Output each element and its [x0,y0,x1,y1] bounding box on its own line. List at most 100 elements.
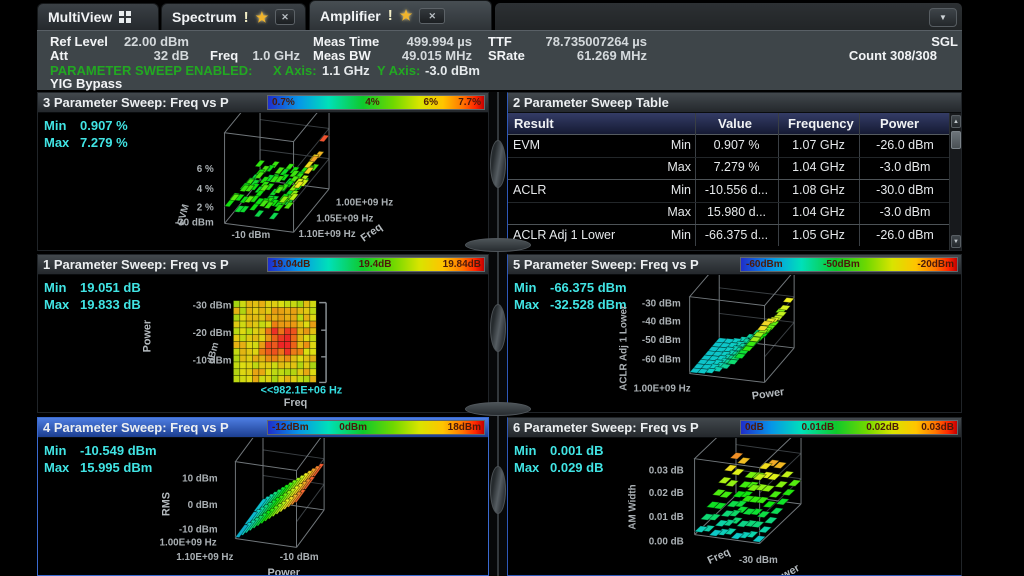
column-splitter[interactable] [489,92,507,576]
table-row[interactable]: EVM Min 0.907 % 1.07 GHz -26.0 dBm [508,135,949,157]
table-row[interactable]: Max 15.980 d... 1.04 GHz -3.0 dBm [508,202,949,224]
tab-spectrum-close-button[interactable]: ✕ [275,9,295,25]
att-value[interactable]: 32 dB [117,48,189,63]
window-1-plot-area[interactable]: Min19.051 dB Max19.833 dB Power -30 dBm … [38,275,488,412]
tab-amplifier[interactable]: Amplifier ! ★ ✕ [309,0,492,30]
rms-3d-plot: RMS 10 dBm 0 dBm -10 dBm 1.00E+09 Hz 1.1… [38,438,488,575]
cell-power: -3.0 dBm [859,205,951,219]
table-row[interactable]: ACLR Min -10.556 d... 1.08 GHz -30.0 dBm [508,180,949,202]
instrument-screen: MultiView Spectrum ! ★ ✕ Amplifier ! ★ ✕… [0,0,1024,576]
tab-overflow-button[interactable]: ▼ [929,8,957,27]
window-4-titlebar[interactable]: 4 Parameter Sweep: Freq vs P -12dBm 0dBm… [38,418,488,438]
scale-tick: 0.01dB [801,422,834,433]
w1-ytick-1: -20 dBm [193,328,232,339]
ttf-value[interactable]: 78.735007264 µs [525,34,647,49]
w5-ztick-3: -60 dBm [642,355,681,366]
smartgrid: 3 Parameter Sweep: Freq vs P 0.7% 4% 6% … [37,92,962,576]
w5-ztick-2: -50 dBm [642,335,681,346]
scale-tick: 4% [365,97,379,108]
scale-tick: 6% [424,97,438,108]
star-icon: ★ [400,7,413,24]
window-6-color-scale: 0dB 0.01dB 0.02dB 0.03dB [740,420,958,435]
w4-freqtick-1: 1.10E+09 Hz [176,552,233,563]
window-6-titlebar[interactable]: 6 Parameter Sweep: Freq vs P 0dB 0.01dB … [508,418,961,438]
cell-value: 0.907 % [695,138,778,152]
tab-bar: MultiView Spectrum ! ★ ✕ Amplifier ! ★ ✕… [37,0,962,30]
w3-ztick-2: 2 % [197,203,214,214]
table-scrollbar[interactable]: ▲ ▼ [949,113,961,250]
window-3-param-sweep: 3 Parameter Sweep: Freq vs P 0.7% 4% 6% … [37,92,489,251]
splitter-handle-vertical[interactable] [490,140,506,188]
w3-freqtick-1: 1.05E+09 Hz [316,213,373,224]
window-2-titlebar[interactable]: 2 Parameter Sweep Table [508,93,961,113]
splitter-handle-vertical[interactable] [490,466,506,514]
ttf-label: TTF [488,34,512,49]
tab-spectrum[interactable]: Spectrum ! ★ ✕ [161,3,306,30]
window-5-plot-area[interactable]: Min-66.375 dBm Max-32.528 dBm ACLR Adj 1… [508,275,961,412]
tab-spectrum-label: Spectrum [172,9,237,25]
table-row[interactable]: ACLR Adj 1 Lower Min -66.375 d... 1.05 G… [508,225,949,247]
w1-ytick-0: -30 dBm [193,301,232,312]
w6-ztick-2: 0.01 dB [649,512,684,523]
cell-frequency: 1.05 GHz [778,228,859,242]
w3-corner-tick: -30 dBm [175,217,214,228]
w3-freqtick-0: 1.00E+09 Hz [336,198,393,209]
cell-power: -30.0 dBm [859,183,951,197]
scale-tick: -20dBm [917,259,954,270]
scroll-up-button[interactable]: ▲ [951,115,961,128]
ref-level-value[interactable]: 22.00 dBm [117,34,189,49]
ref-level-label: Ref Level [50,34,108,49]
cell-power: -26.0 dBm [859,138,951,152]
tab-amplifier-close-button[interactable]: ✕ [419,8,445,24]
window-4-plot-area[interactable]: Min-10.549 dBm Max15.995 dBm RMS 10 dBm … [38,438,488,575]
window-3-title: 3 Parameter Sweep: Freq vs P [43,95,235,110]
scale-tick: 19.04dB [272,259,310,270]
window-5-color-scale: -60dBm -50dBm -20dBm [740,257,958,272]
multiview-grid-icon [119,11,131,23]
scale-tick: 0dBm [339,422,367,433]
window-6-plot-area[interactable]: Min0.001 dB Max0.029 dB AM Width 0.03 dB… [508,438,961,575]
w3-ztick-0: 6 % [197,164,214,175]
yig-bypass-label: YIG Bypass [50,76,122,91]
cell-frequency: 1.07 GHz [778,138,859,152]
w1-xaxis-label: Freq [284,397,307,409]
aclr-3d-plot: ACLR Adj 1 Lower -30 dBm -40 dBm -50 dBm… [508,275,961,412]
col-frequency[interactable]: Frequency [788,116,854,131]
measurement-header: Ref Level 22.00 dBm Meas Time 499.994 µs… [37,30,962,90]
col-power[interactable]: Power [880,116,919,131]
window-3-plot-area[interactable]: Min0.907 % Max7.279 % 6 % 4 % 2 % EVM -3… [38,113,488,250]
w1-yaxis-label: Power [142,319,154,352]
tab-multiview[interactable]: MultiView [37,3,159,30]
window-5-titlebar[interactable]: 5 Parameter Sweep: Freq vs P -60dBm -50d… [508,255,961,275]
w4-xaxis-label: Power [267,567,300,575]
w4-freqtick-0: 1.00E+09 Hz [160,537,217,548]
scroll-down-button[interactable]: ▼ [951,235,961,248]
w5-ztick-0: -30 dBm [642,299,681,310]
row-gap [37,414,489,417]
table-header-row: Result Value Frequency Power [508,113,961,135]
heatmap-frame-bracket [319,303,326,383]
col-value[interactable]: Value [718,116,752,131]
cell-result: ACLR Adj 1 Lower [513,228,615,242]
table-row[interactable]: Max 7.279 % 1.04 GHz -3.0 dBm [508,157,949,179]
am-width-3d-plot: AM Width 0.03 dB 0.02 dB 0.01 dB 0.00 dB… [508,438,961,575]
meas-bw-value[interactable]: 49.015 MHz [392,48,472,63]
window-5-param-sweep: 5 Parameter Sweep: Freq vs P -60dBm -50d… [507,254,962,413]
window-1-titlebar[interactable]: 1 Parameter Sweep: Freq vs P 19.04dB 19.… [38,255,488,275]
meas-time-label: Meas Time [313,34,379,49]
scroll-thumb[interactable] [951,131,961,149]
w5-ztick-1: -40 dBm [642,316,681,327]
splitter-handle-horizontal[interactable] [465,402,531,416]
srate-value[interactable]: 61.269 MHz [525,48,647,63]
w3-xtick: -10 dBm [231,230,270,241]
window-3-titlebar[interactable]: 3 Parameter Sweep: Freq vs P 0.7% 4% 6% … [38,93,488,113]
window-1-title: 1 Parameter Sweep: Freq vs P [43,257,235,272]
scale-tick: 0.02dB [866,422,899,433]
col-result[interactable]: Result [514,116,554,131]
splitter-handle-vertical[interactable] [490,304,506,352]
freq-value[interactable]: 1.0 GHz [232,48,300,63]
window-6-param-sweep: 6 Parameter Sweep: Freq vs P 0dB 0.01dB … [507,417,962,576]
window-6-title: 6 Parameter Sweep: Freq vs P [513,420,705,435]
meas-time-value[interactable]: 499.994 µs [392,34,472,49]
splitter-handle-horizontal[interactable] [465,238,531,252]
